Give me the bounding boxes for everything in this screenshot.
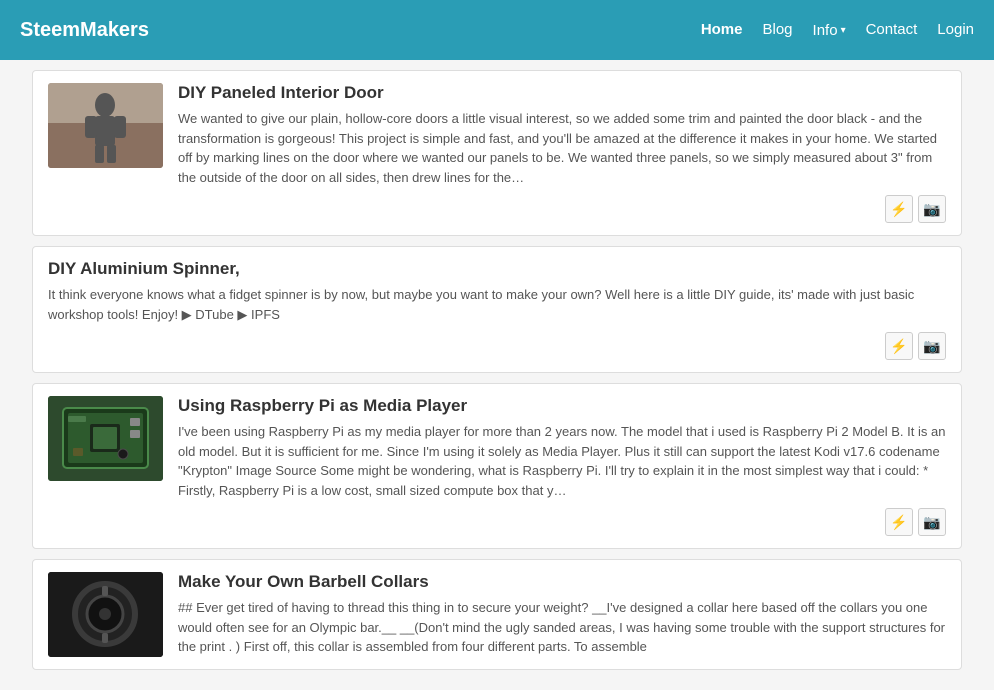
post-title[interactable]: DIY Paneled Interior Door bbox=[178, 83, 946, 103]
post-card-inner: DIY Aluminium Spinner, It think everyone… bbox=[48, 259, 946, 324]
camera-action-button[interactable]: 📷 bbox=[918, 508, 946, 536]
thumbnail-image bbox=[48, 83, 163, 168]
navbar: SteemMakers Home Blog Info ▾ Contact Log… bbox=[0, 0, 994, 60]
post-body: Using Raspberry Pi as Media Player I've … bbox=[178, 396, 946, 500]
post-body: Make Your Own Barbell Collars ## Ever ge… bbox=[178, 572, 946, 657]
nav-info-label: Info bbox=[813, 22, 838, 39]
post-excerpt: I've been using Raspberry Pi as my media… bbox=[178, 422, 946, 500]
post-actions: ⚡ 📷 bbox=[48, 195, 946, 223]
post-card-inner: DIY Paneled Interior Door We wanted to g… bbox=[48, 83, 946, 187]
bolt-action-button[interactable]: ⚡ bbox=[885, 332, 913, 360]
post-actions: ⚡ 📷 bbox=[48, 332, 946, 360]
post-card-inner: Using Raspberry Pi as Media Player I've … bbox=[48, 396, 946, 500]
post-excerpt: It think everyone knows what a fidget sp… bbox=[48, 285, 946, 324]
post-thumbnail bbox=[48, 396, 163, 481]
post-card: Using Raspberry Pi as Media Player I've … bbox=[32, 383, 962, 549]
nav-contact[interactable]: Contact bbox=[866, 21, 918, 38]
nav-links: Home Blog Info ▾ Contact Login bbox=[701, 21, 974, 39]
post-card-inner: Make Your Own Barbell Collars ## Ever ge… bbox=[48, 572, 946, 657]
nav-home[interactable]: Home bbox=[701, 21, 743, 38]
post-title[interactable]: Using Raspberry Pi as Media Player bbox=[178, 396, 946, 416]
nav-blog[interactable]: Blog bbox=[763, 21, 793, 38]
nav-login[interactable]: Login bbox=[937, 21, 974, 38]
post-title[interactable]: DIY Aluminium Spinner, bbox=[48, 259, 946, 279]
content-area: DIY Paneled Interior Door We wanted to g… bbox=[17, 60, 977, 690]
bolt-action-button[interactable]: ⚡ bbox=[885, 195, 913, 223]
post-body: DIY Paneled Interior Door We wanted to g… bbox=[178, 83, 946, 187]
thumbnail-barbell bbox=[48, 572, 163, 657]
post-actions: ⚡ 📷 bbox=[48, 508, 946, 536]
chevron-down-icon: ▾ bbox=[841, 25, 846, 36]
post-title[interactable]: Make Your Own Barbell Collars bbox=[178, 572, 946, 592]
brand-logo[interactable]: SteemMakers bbox=[20, 19, 149, 42]
post-card: Make Your Own Barbell Collars ## Ever ge… bbox=[32, 559, 962, 670]
post-thumbnail bbox=[48, 83, 163, 168]
post-thumbnail bbox=[48, 572, 163, 657]
thumbnail-raspi bbox=[48, 396, 163, 481]
camera-action-button[interactable]: 📷 bbox=[918, 332, 946, 360]
post-card: DIY Paneled Interior Door We wanted to g… bbox=[32, 70, 962, 236]
camera-action-button[interactable]: 📷 bbox=[918, 195, 946, 223]
post-body: DIY Aluminium Spinner, It think everyone… bbox=[48, 259, 946, 324]
bolt-action-button[interactable]: ⚡ bbox=[885, 508, 913, 536]
post-excerpt: We wanted to give our plain, hollow-core… bbox=[178, 109, 946, 187]
post-excerpt: ## Ever get tired of having to thread th… bbox=[178, 598, 946, 657]
post-card: DIY Aluminium Spinner, It think everyone… bbox=[32, 246, 962, 373]
nav-info-dropdown[interactable]: Info ▾ bbox=[813, 22, 846, 39]
